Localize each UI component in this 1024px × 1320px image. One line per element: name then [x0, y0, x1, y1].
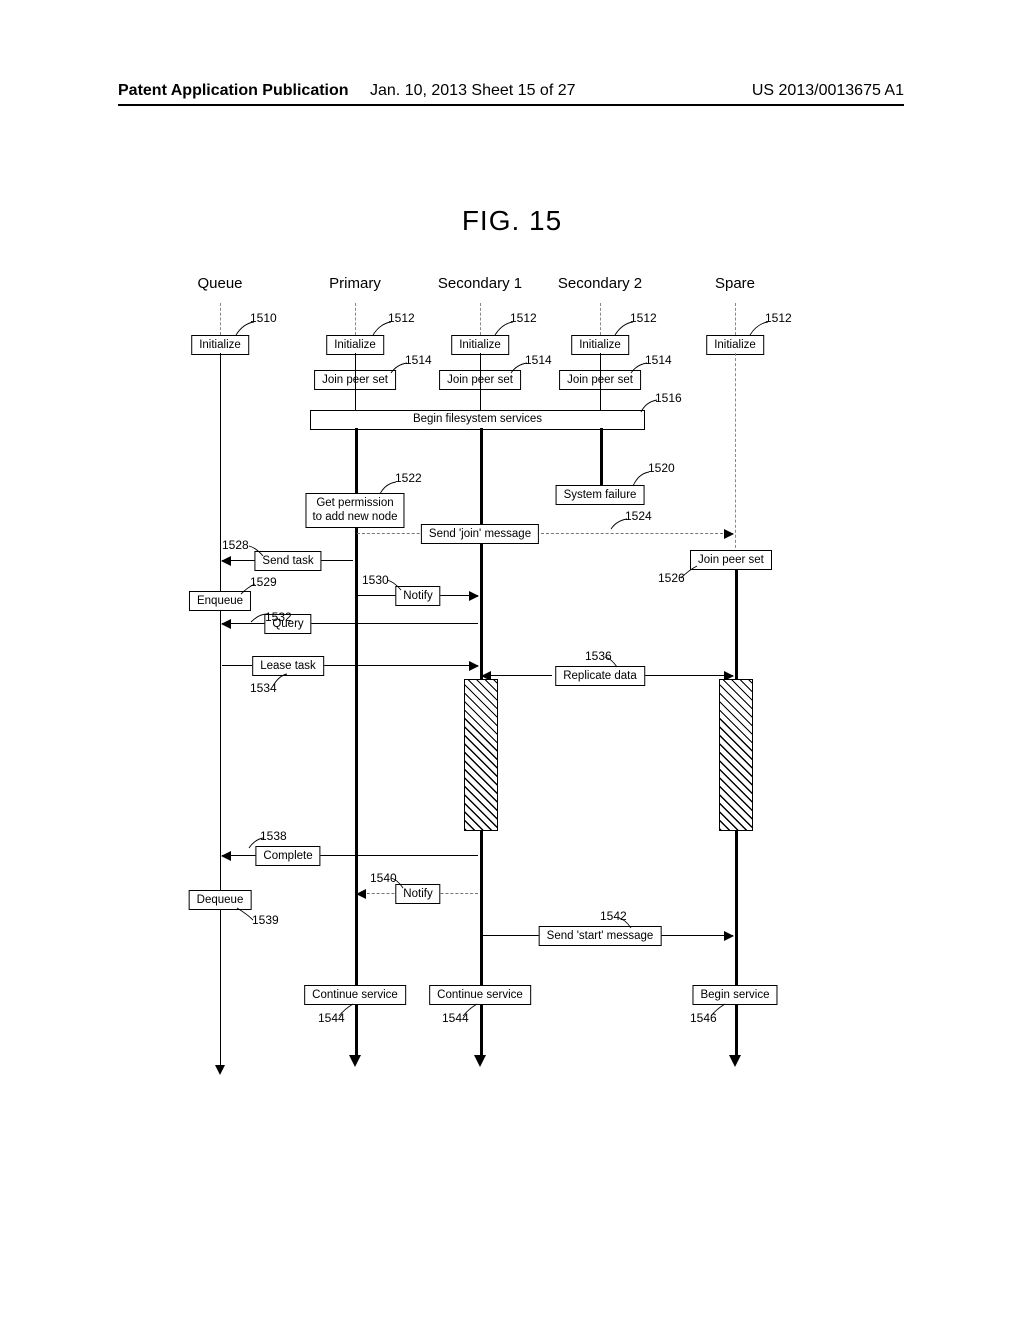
lifeline-queue: [220, 353, 221, 1065]
arrow-end-spare: [729, 1055, 741, 1067]
ref-1512: 1512: [630, 311, 657, 325]
lane-title-sec2: Secondary 2: [558, 275, 642, 292]
ref-1520: 1520: [648, 461, 675, 475]
label-begin-fs: Begin filesystem services: [310, 410, 645, 428]
hatch-sec1: [464, 679, 498, 831]
box-lease-task: Lease task: [252, 656, 324, 676]
box-notify-1: Notify: [395, 586, 440, 606]
page: Patent Application Publication Jan. 10, …: [0, 0, 1024, 1320]
box-notify-2: Notify: [395, 884, 440, 904]
sequence-diagram: Queue Primary Secondary 1 Secondary 2 Sp…: [180, 275, 800, 1075]
box-cont-sec1: Continue service: [429, 985, 531, 1005]
figure-title: FIG. 15: [0, 205, 1024, 237]
msg-replicate-right: [635, 675, 733, 676]
ref-1514: 1514: [525, 353, 552, 367]
box-send-start: Send 'start' message: [539, 926, 662, 946]
arrow-end-primary: [349, 1055, 361, 1067]
box-dequeue: Dequeue: [189, 890, 252, 910]
ref-1532: 1532: [265, 610, 292, 624]
box-begin-spare: Begin service: [692, 985, 777, 1005]
box-complete: Complete: [255, 846, 320, 866]
ref-1534: 1534: [250, 681, 277, 695]
ref-1546: 1546: [690, 1011, 717, 1025]
label-get-permission-l1: Get permission: [316, 497, 393, 509]
msg-query: [222, 623, 478, 624]
lifeline-stub: [480, 303, 481, 335]
arrow-end-queue: [215, 1065, 225, 1075]
box-get-permission: Get permission to add new node: [305, 493, 404, 528]
label-get-permission-l2: to add new node: [312, 511, 397, 523]
ref-1536: 1536: [585, 649, 612, 663]
box-send-join: Send 'join' message: [421, 524, 539, 544]
ref-1524: 1524: [625, 509, 652, 523]
box-spare-join: Join peer set: [690, 550, 772, 570]
ref-1516: 1516: [655, 391, 682, 405]
ref-1544: 1544: [442, 1011, 469, 1025]
arrow-end-sec1: [474, 1055, 486, 1067]
lane-title-queue: Queue: [197, 275, 242, 292]
header-publication: Patent Application Publication: [118, 82, 349, 100]
lifeline-stub: [600, 303, 601, 335]
ref-1538: 1538: [260, 829, 287, 843]
msg-send-join: [357, 533, 733, 534]
header-rule: [118, 104, 904, 106]
lifeline-primary-pre: [355, 353, 356, 410]
ref-1512: 1512: [510, 311, 537, 325]
ref-1544: 1544: [318, 1011, 345, 1025]
lane-title-spare: Spare: [715, 275, 755, 292]
ref-1539: 1539: [252, 913, 279, 927]
ref-1522: 1522: [395, 471, 422, 485]
ref-1512: 1512: [388, 311, 415, 325]
ref-1514: 1514: [405, 353, 432, 367]
lifeline-sec2-pre: [600, 353, 601, 410]
lifeline-stub: [355, 303, 356, 335]
msg-replicate-left: [482, 675, 552, 676]
box-enqueue: Enqueue: [189, 591, 251, 611]
ref-1526: 1526: [658, 571, 685, 585]
ref-1512: 1512: [765, 311, 792, 325]
lifeline-spare-dashed: [735, 353, 736, 558]
ref-1542: 1542: [600, 909, 627, 923]
ref-1514: 1514: [645, 353, 672, 367]
lifeline-sec2: [600, 428, 603, 485]
box-system-failure: System failure: [556, 485, 645, 505]
box-send-task: Send task: [254, 551, 321, 571]
ref-1528: 1528: [222, 538, 249, 552]
lane-title-sec1: Secondary 1: [438, 275, 522, 292]
box-begin-fs: Begin filesystem services: [310, 410, 645, 430]
ref-1510: 1510: [250, 311, 277, 325]
header-docnumber: US 2013/0013675 A1: [752, 82, 904, 100]
lane-title-primary: Primary: [329, 275, 381, 292]
lifeline-stub: [735, 303, 736, 335]
hatch-spare: [719, 679, 753, 831]
box-replicate: Replicate data: [555, 666, 645, 686]
header-sheet: Jan. 10, 2013 Sheet 15 of 27: [370, 82, 576, 100]
lifeline-stub: [220, 303, 221, 335]
ref-1540: 1540: [370, 871, 397, 885]
box-cont-primary: Continue service: [304, 985, 406, 1005]
ref-1529: 1529: [250, 575, 277, 589]
lifeline-sec1-pre: [480, 353, 481, 410]
ref-1530: 1530: [362, 573, 389, 587]
